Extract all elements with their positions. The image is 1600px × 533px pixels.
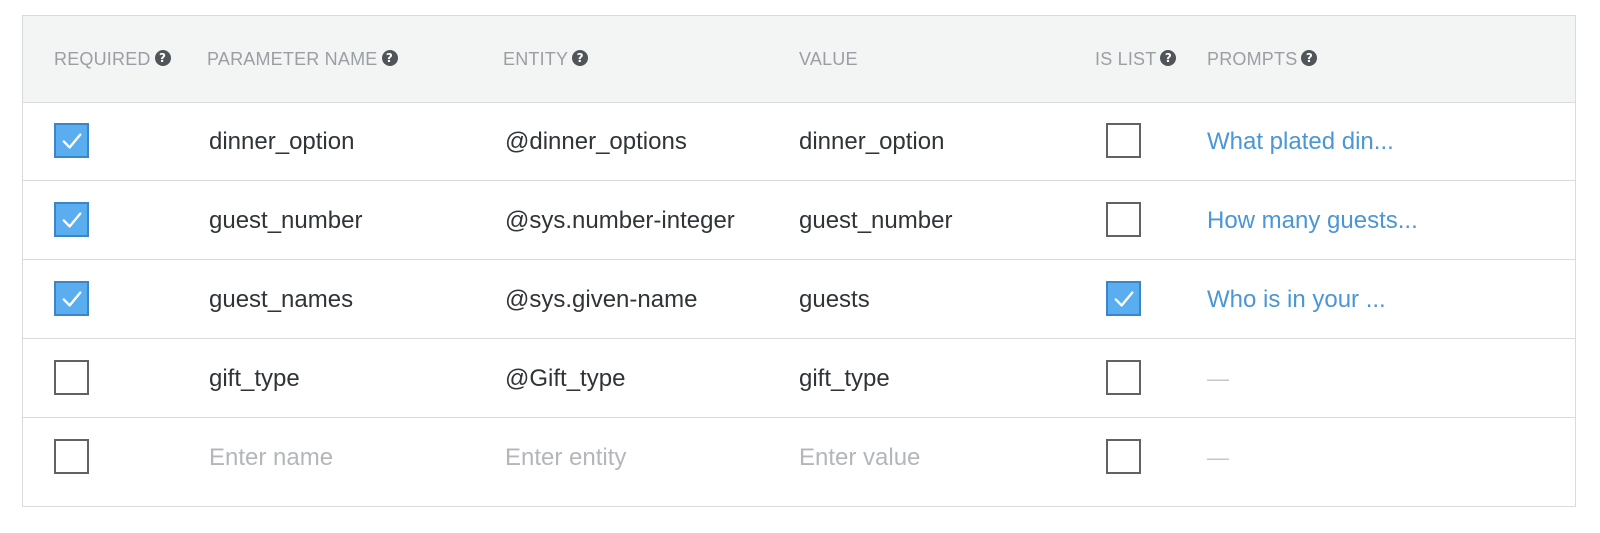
entity-input[interactable]: Enter entity (505, 418, 626, 497)
header-entity-label: ENTITY (503, 49, 569, 69)
header-required-label: REQUIRED (54, 49, 151, 69)
header-entity: ENTITY? (503, 16, 589, 102)
prompts-empty: — (1207, 366, 1229, 391)
value-field[interactable]: dinner_option (799, 102, 944, 181)
help-icon[interactable]: ? (1160, 50, 1177, 67)
required-checkbox[interactable] (54, 202, 89, 237)
new-parameter-row: Enter name Enter entity Enter value — (23, 418, 1575, 497)
table-header: REQUIRED? PARAMETER NAME? ENTITY? VALUE … (23, 16, 1575, 103)
is-list-checkbox[interactable] (1106, 360, 1141, 395)
checkmark-icon (62, 291, 82, 307)
help-icon[interactable]: ? (572, 50, 589, 67)
is-list-checkbox[interactable] (1106, 281, 1141, 316)
prompts-link[interactable]: How many guests... (1207, 181, 1418, 260)
value-field[interactable]: guest_number (799, 181, 952, 260)
entity-field[interactable]: @sys.number-integer (505, 181, 735, 260)
header-prompts-label: PROMPTS (1207, 49, 1298, 69)
help-icon[interactable]: ? (1301, 50, 1318, 67)
entity-field[interactable]: @sys.given-name (505, 260, 697, 339)
prompts-link[interactable]: What plated din... (1207, 102, 1394, 181)
help-icon[interactable]: ? (381, 50, 398, 67)
entity-field[interactable]: @dinner_options (505, 102, 687, 181)
required-checkbox[interactable] (54, 281, 89, 316)
table-row: dinner_option @dinner_options dinner_optio… (23, 102, 1575, 181)
value-field[interactable]: gift_type (799, 339, 890, 418)
checkmark-icon (62, 133, 82, 149)
is-list-checkbox[interactable] (1106, 202, 1141, 237)
is-list-checkbox[interactable] (1106, 123, 1141, 158)
header-value: VALUE (799, 16, 858, 102)
help-icon[interactable]: ? (154, 50, 171, 67)
parameter-name-field[interactable]: dinner_option (209, 102, 354, 181)
checkmark-icon (1114, 291, 1134, 307)
header-required: REQUIRED? (54, 16, 171, 102)
parameters-table: REQUIRED? PARAMETER NAME? ENTITY? VALUE … (22, 15, 1576, 507)
entity-field[interactable]: @Gift_type (505, 339, 625, 418)
table-row: gift_type @Gift_type gift_type — (23, 339, 1575, 418)
prompts-link[interactable]: Who is in your ... (1207, 260, 1386, 339)
parameter-name-field[interactable]: guest_names (209, 260, 353, 339)
header-is-list: IS LIST? (1095, 16, 1177, 102)
table-row: guest_names @sys.given-name guests Who is i… (23, 260, 1575, 339)
prompts-empty: — (1207, 445, 1229, 470)
value-field[interactable]: guests (799, 260, 870, 339)
required-checkbox[interactable] (54, 123, 89, 158)
header-parameter-name: PARAMETER NAME? (207, 16, 398, 102)
header-is-list-label: IS LIST (1095, 49, 1157, 69)
parameter-name-field[interactable]: gift_type (209, 339, 300, 418)
header-value-label: VALUE (799, 49, 858, 69)
required-checkbox[interactable] (54, 439, 89, 474)
value-input[interactable]: Enter value (799, 418, 920, 497)
table-row: guest_number @sys.number-integer guest_num… (23, 181, 1575, 260)
header-prompts: PROMPTS? (1207, 16, 1318, 102)
required-checkbox[interactable] (54, 360, 89, 395)
header-parameter-name-label: PARAMETER NAME (207, 49, 378, 69)
parameter-name-field[interactable]: guest_number (209, 181, 362, 260)
parameter-name-input[interactable]: Enter name (209, 418, 333, 497)
is-list-checkbox[interactable] (1106, 439, 1141, 474)
checkmark-icon (62, 212, 82, 228)
